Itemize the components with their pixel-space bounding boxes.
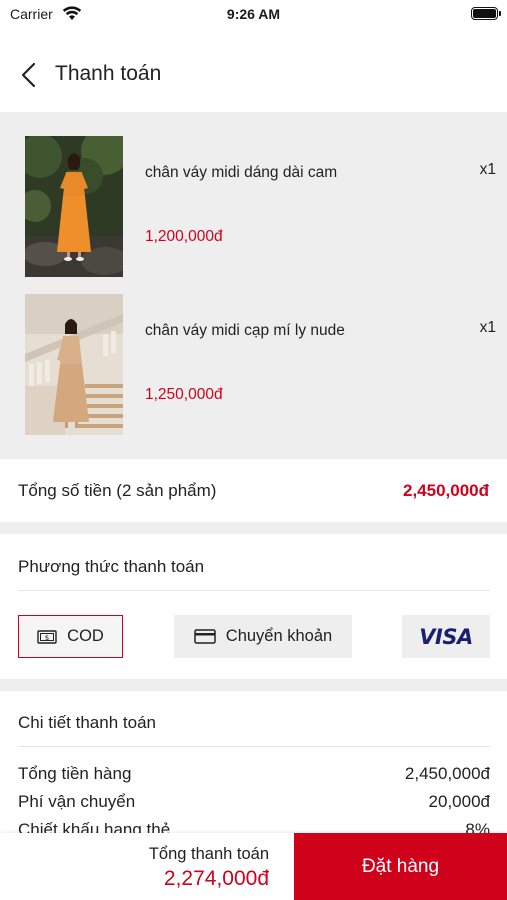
checkout-bar: Tổng thanh toán 2,274,000đ Đặt hàng [0, 833, 507, 900]
payment-details-title: Chi tiết thanh toán [18, 713, 156, 732]
payment-cod-label: COD [67, 627, 104, 645]
product-list: chân váy midi dáng dài cam x1 1,200,000đ [0, 112, 507, 459]
payment-visa-button[interactable]: VISA [402, 615, 490, 658]
place-order-button[interactable]: Đặt hàng [294, 833, 507, 900]
product-price: 1,250,000đ [145, 386, 223, 403]
clock: 9:26 AM [226, 6, 281, 22]
nav-bar: Thanh toán [0, 40, 507, 110]
detail-label: Tổng tiền hàng [18, 764, 132, 783]
payment-cod-button[interactable]: $ COD [18, 615, 123, 658]
payment-transfer-label: Chuyển khoản [225, 627, 333, 645]
payment-transfer-button[interactable]: Chuyển khoản [174, 615, 352, 658]
detail-value: 20,000đ [428, 792, 490, 811]
product-item[interactable]: chân váy midi cạp mí ly nude x1 1,250,00… [0, 294, 507, 439]
detail-label: Phí vận chuyển [18, 792, 136, 811]
order-total-value: 2,450,000đ [402, 481, 489, 500]
product-image [25, 294, 123, 435]
visa-logo: VISA [419, 624, 473, 649]
divider [18, 590, 490, 591]
chevron-left-icon [21, 62, 36, 88]
card-icon [194, 629, 216, 644]
divider [18, 746, 490, 747]
product-item[interactable]: chân váy midi dáng dài cam x1 1,200,000đ [0, 136, 507, 281]
product-price: 1,200,000đ [145, 228, 223, 245]
section-separator [0, 679, 507, 691]
battery-icon [471, 7, 501, 20]
product-quantity: x1 [479, 319, 496, 336]
product-image [25, 136, 123, 277]
product-name: chân váy midi cạp mí ly nude [145, 322, 345, 339]
order-total-row: Tổng số tiền (2 sản phẩm) 2,450,000đ [0, 459, 507, 522]
section-separator [0, 522, 507, 534]
detail-value: 2,450,000đ [404, 764, 490, 783]
grand-total-value: 2,274,000đ [163, 867, 269, 890]
grand-total-label: Tổng thanh toán [148, 845, 269, 863]
order-total-label: Tổng số tiền (2 sản phẩm) [18, 481, 217, 500]
product-name: chân váy midi dáng dài cam [145, 164, 338, 181]
svg-text:$: $ [45, 634, 49, 642]
back-button[interactable] [14, 58, 44, 92]
product-quantity: x1 [479, 161, 496, 178]
payment-method-title: Phương thức thanh toán [18, 557, 205, 576]
cash-icon: $ [37, 629, 57, 644]
page-title: Thanh toán [55, 62, 162, 85]
status-bar: Carrier 9:26 AM [0, 0, 507, 30]
